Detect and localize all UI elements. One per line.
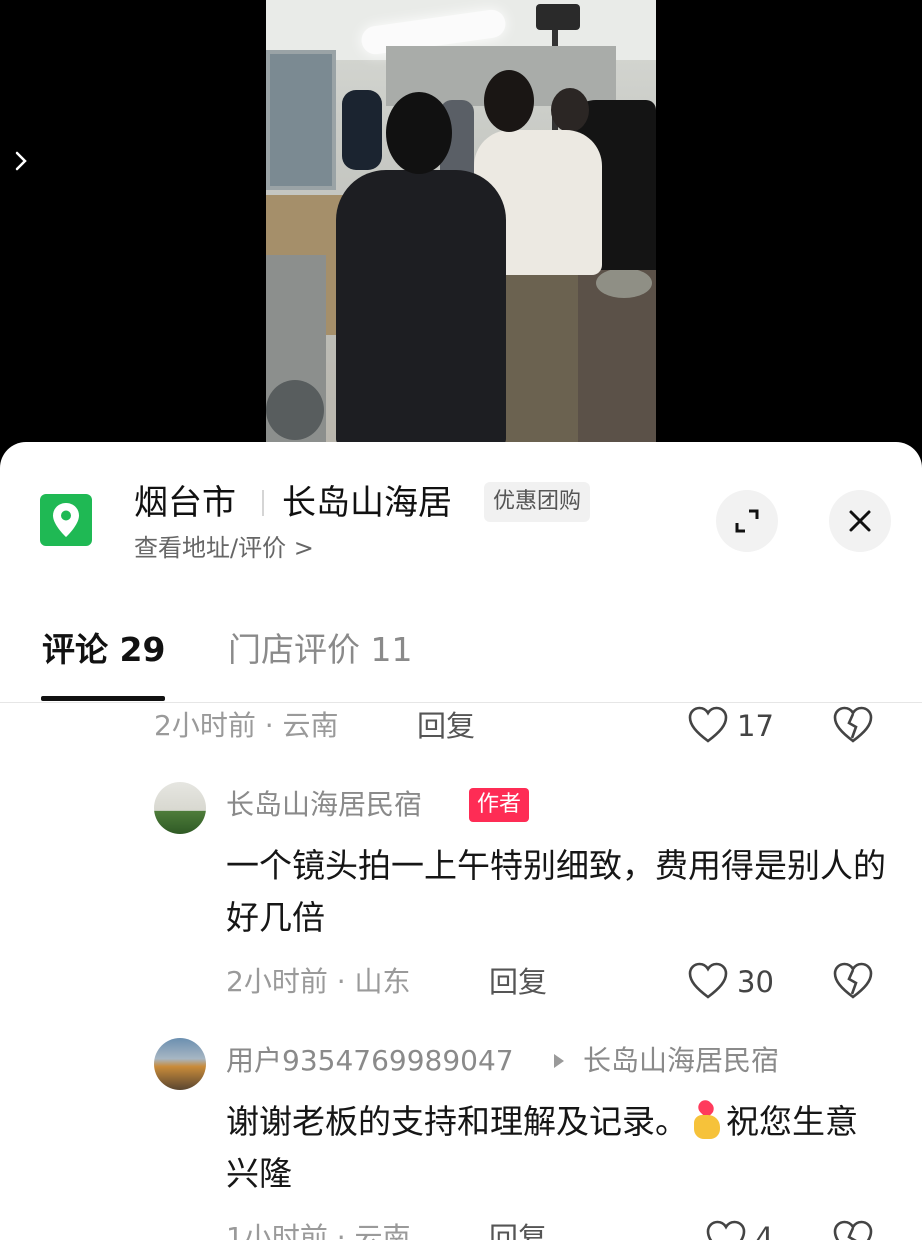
like-count: 17 [737,709,774,743]
comments-sheet: 烟台市 长岛山海居 优惠团购 查看地址/评价 > 评论 29 门店评价 11 2… [0,442,922,1240]
group-deal-tag[interactable]: 优惠团购 [484,482,591,522]
video-scene-window [266,50,336,190]
comment-meta: 2小时前 · 云南 [154,709,339,742]
video-scene-bowl [266,380,324,440]
comment-username[interactable]: 用户9354769989047 [226,1042,514,1080]
video-scene-person-head [551,88,589,132]
tab-store-reviews[interactable]: 门店评价 11 [228,628,412,672]
dislike-icon[interactable] [833,962,873,1004]
comment-meta: 2小时前 · 山东 [226,965,411,998]
video-player[interactable] [0,0,922,460]
like-count: 30 [737,965,774,999]
reply-to-username[interactable]: 长岛山海居民宿 [583,1042,779,1080]
close-button[interactable] [829,490,891,552]
comment-username[interactable]: 长岛山海居民宿 [226,786,422,824]
comment-meta: 1小时前 · 云南 [226,1221,411,1240]
heart-icon[interactable] [706,1220,746,1240]
tab-divider [0,702,922,703]
comment-text[interactable]: 谢谢老板的支持和理解及记录。 祝您生意兴隆 [226,1096,886,1200]
avatar[interactable] [154,1038,206,1090]
video-frame[interactable] [266,0,656,445]
like-count: 4 [755,1221,774,1240]
comment-text-part: 谢谢老板的支持和理解及记录。 [226,1102,688,1141]
video-scene-person-head [386,92,452,174]
view-address-link[interactable]: 查看地址/评价 > [134,532,314,564]
close-icon [849,510,871,532]
location-name[interactable]: 长岛山海居 [282,480,452,526]
heart-icon[interactable] [688,706,728,748]
comment-text[interactable]: 一个镜头拍一上午特别细致，费用得是别人的好几倍 [226,840,886,944]
author-badge: 作者 [469,788,530,822]
expand-button[interactable] [716,490,778,552]
dislike-icon[interactable] [833,706,873,748]
video-scene-person [336,170,506,445]
reply-button[interactable]: 回复 [489,964,547,1000]
reply-button[interactable]: 回复 [489,1220,547,1240]
tab-active-indicator [41,696,165,701]
avatar[interactable] [154,782,206,834]
dislike-icon[interactable] [833,1220,873,1240]
reply-button[interactable]: 回复 [417,708,475,744]
video-scene-person-head [484,70,534,132]
video-scene-person [342,90,382,170]
location-separator [262,490,264,516]
video-scene-pot [596,268,652,298]
chevron-right-icon[interactable] [14,150,38,180]
reply-arrow-icon [552,1052,566,1074]
video-scene-lamp [536,4,580,30]
location-pin-icon[interactable] [40,494,92,546]
heart-icon[interactable] [688,962,728,1004]
expand-icon [735,509,759,533]
location-city[interactable]: 烟台市 [134,480,236,526]
tab-comments[interactable]: 评论 29 [42,628,165,672]
finger-heart-emoji-icon [692,1101,722,1139]
